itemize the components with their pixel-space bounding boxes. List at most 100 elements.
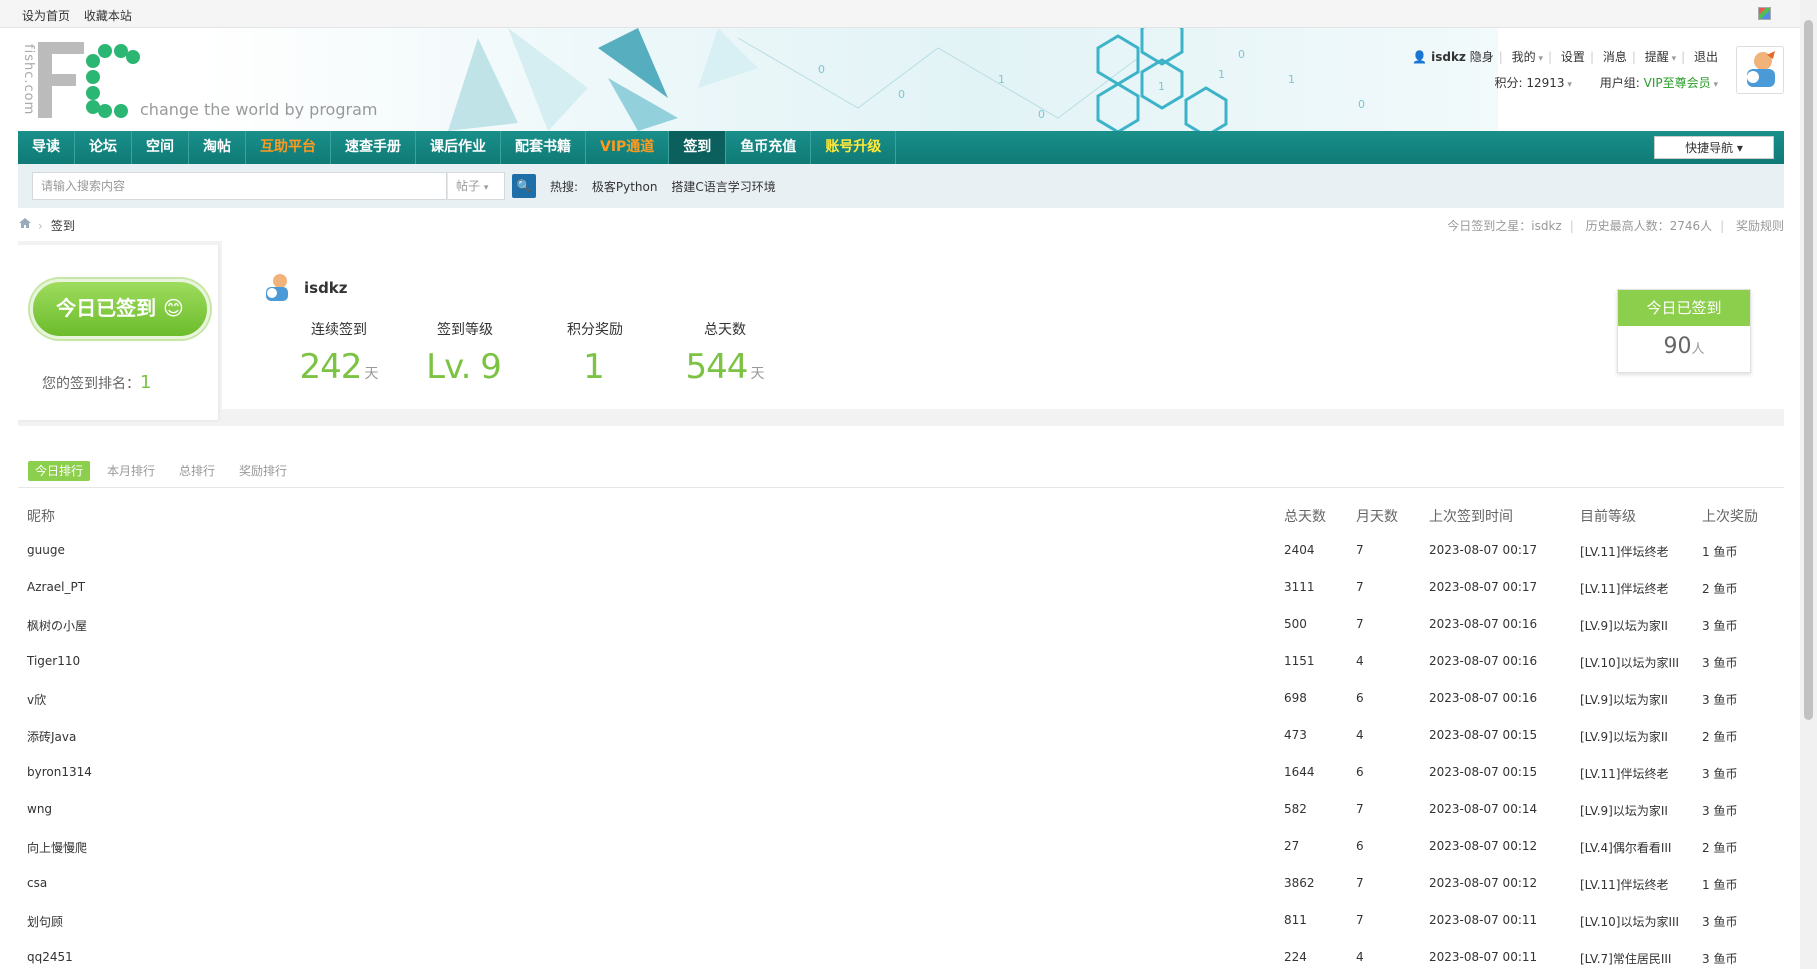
avatar[interactable] [1736, 46, 1784, 94]
cell-last-time: 2023-08-07 00:17 [1429, 580, 1538, 594]
cell-nickname[interactable]: 添砖Java [27, 728, 76, 745]
cell-total-days: 1644 [1284, 765, 1315, 779]
cell-reward: 1 鱼币 [1702, 545, 1738, 559]
sign-username[interactable]: isdkz [304, 279, 348, 297]
tab-total-rank[interactable]: 总排行 [172, 461, 222, 481]
cell-reward: 3 鱼币 [1702, 804, 1738, 818]
tab-month-rank[interactable]: 本月排行 [100, 461, 162, 481]
invisible-toggle[interactable]: 隐身 [1470, 50, 1494, 64]
nav-item[interactable]: 签到 [669, 131, 727, 164]
nav-item[interactable]: 课后作业 [416, 131, 501, 164]
cell-month-days: 4 [1356, 654, 1364, 668]
cell-nickname[interactable]: guuge [27, 543, 65, 557]
nav-item[interactable]: 账号升级 [811, 131, 897, 164]
svg-text:1: 1 [1218, 68, 1225, 81]
tab-reward-rank[interactable]: 奖励排行 [232, 461, 294, 481]
cell-nickname[interactable]: 枫树の小屋 [27, 617, 87, 634]
nav-item[interactable]: 互助平台 [246, 131, 331, 164]
logout-link[interactable]: 退出 [1694, 50, 1718, 64]
cell-month-days: 7 [1356, 580, 1364, 594]
nav-item[interactable]: 空间 [132, 131, 189, 164]
cell-total-days: 27 [1284, 839, 1300, 853]
cell-level: [LV.9]以坛为家II [1580, 730, 1668, 744]
stat-value: 544 [685, 347, 749, 387]
svg-text:0: 0 [1358, 98, 1365, 111]
bookmark-link[interactable]: 收藏本站 [84, 9, 132, 23]
user-group-label: 用户组: [1599, 76, 1644, 90]
messages-link[interactable]: 消息 [1603, 50, 1627, 64]
nav-item[interactable]: 导读 [18, 131, 75, 164]
sign-rank: 您的签到排名：1 [42, 372, 152, 393]
cell-nickname[interactable]: byron1314 [27, 765, 92, 779]
nav-item[interactable]: 论坛 [75, 131, 132, 164]
cell-nickname[interactable]: wng [27, 802, 52, 816]
user-group-value[interactable]: VIP至尊会员 [1644, 76, 1711, 90]
cell-month-days: 7 [1356, 543, 1364, 557]
col-nickname: 昵称 [27, 509, 55, 525]
today-card-title: 今日已签到 [1618, 290, 1750, 326]
style-switch-icon[interactable] [1758, 7, 1771, 20]
hot-search-item[interactable]: 极客Python [592, 180, 658, 194]
hot-search-label: 热搜: [550, 180, 579, 194]
cell-nickname[interactable]: qq2451 [27, 950, 73, 964]
cell-total-days: 3111 [1284, 580, 1315, 594]
svg-text:1: 1 [998, 73, 1005, 86]
cell-nickname[interactable]: Azrael_PT [27, 580, 85, 594]
nav-item[interactable]: 速查手册 [331, 131, 416, 164]
cell-total-days: 2404 [1284, 543, 1315, 557]
table-row: csa 3862 7 2023-08-07 00:12 [LV.11]伴坛终老 1 鱼币 [18, 865, 1784, 902]
cell-month-days: 6 [1356, 839, 1364, 853]
quick-nav-button[interactable]: 快捷导航 ▾ [1654, 136, 1774, 159]
site-logo[interactable] [38, 42, 86, 118]
cell-last-time: 2023-08-07 00:16 [1429, 617, 1538, 631]
cell-month-days: 4 [1356, 728, 1364, 742]
scrollbar-thumb[interactable] [1804, 20, 1813, 720]
cell-nickname[interactable]: 划句顾 [27, 913, 63, 930]
hot-search: 热搜: 极客Python 搭建C语言学习环境 [550, 178, 786, 195]
points-menu[interactable]: 积分: 12913 [1494, 76, 1564, 90]
cell-nickname[interactable]: v欣 [27, 691, 46, 708]
logo-domain-text: fishc.com [21, 44, 36, 116]
rules-link[interactable]: 奖励规则 [1736, 219, 1784, 233]
nav-item[interactable]: VIP通道 [586, 131, 670, 164]
cell-nickname[interactable]: 向上慢慢爬 [27, 839, 87, 856]
cell-last-time: 2023-08-07 00:11 [1429, 950, 1538, 964]
settings-link[interactable]: 设置 [1561, 50, 1585, 64]
stat-value: Lv. 9 [426, 347, 502, 387]
sign-button[interactable]: 今日已签到 😊 [30, 279, 210, 339]
scrollbar[interactable] [1800, 0, 1817, 969]
tab-today-rank[interactable]: 今日排行 [28, 461, 91, 481]
cell-month-days: 7 [1356, 617, 1364, 631]
cell-nickname[interactable]: csa [27, 876, 47, 890]
reminders-menu[interactable]: 提醒 [1645, 50, 1669, 64]
cell-reward: 3 鱼币 [1702, 915, 1738, 929]
username-link[interactable]: isdkz [1431, 50, 1466, 64]
today-count: 90 [1663, 334, 1692, 359]
mine-menu[interactable]: 我的 [1512, 50, 1536, 64]
top-toolbar: 设为首页 收藏本站 [0, 0, 1817, 28]
cell-level: [LV.7]常住居民III [1580, 952, 1672, 966]
nav-item[interactable]: 配套书籍 [501, 131, 586, 164]
search-button[interactable]: 🔍 [512, 174, 536, 198]
col-total-days: 总天数 [1284, 509, 1326, 525]
cell-nickname[interactable]: Tiger110 [27, 654, 80, 668]
sign-panel: 今日已签到 😊 您的签到排名：1 isdkz 连续签到 242 天 签到等级 Lv… [18, 241, 1784, 426]
caret-down-icon: ▾ [1736, 141, 1743, 155]
search-input[interactable]: 请输入搜索内容 [32, 172, 447, 200]
sign-stats-box: isdkz 连续签到 242 天 签到等级 Lv. 9 积分奖励 1 总天数 54… [222, 241, 1784, 409]
breadcrumb: › 签到 今日签到之星：isdkz | 历史最高人数：2746人 | 奖励规则 [18, 215, 1784, 235]
nav-item[interactable]: 鱼币充值 [726, 131, 812, 164]
breadcrumb-current: 签到 [50, 219, 75, 233]
cell-reward: 2 鱼币 [1702, 841, 1738, 855]
user-avatar-small[interactable] [260, 271, 294, 305]
nav-item[interactable]: 淘帖 [189, 131, 246, 164]
stat-continuous: 连续签到 242 天 [299, 322, 379, 387]
search-type-select[interactable]: 帖子 ▾ [447, 172, 505, 200]
cell-reward: 3 鱼币 [1702, 619, 1738, 633]
hot-search-item[interactable]: 搭建C语言学习环境 [671, 180, 775, 194]
stat-level: 签到等级 Lv. 9 [426, 322, 502, 387]
set-home-link[interactable]: 设为首页 [22, 9, 70, 23]
cell-month-days: 4 [1356, 950, 1364, 964]
home-icon[interactable] [18, 217, 32, 229]
rank-tabs: 今日排行 本月排行 总排行 奖励排行 [28, 461, 304, 481]
